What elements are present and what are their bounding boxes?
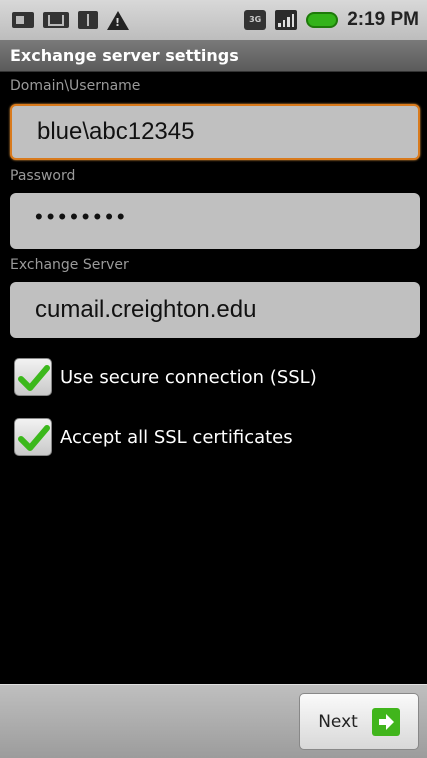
next-button-label: Next	[318, 711, 358, 732]
title-bar: Exchange server settings	[0, 40, 427, 72]
accept-certs-label: Accept all SSL certificates	[60, 426, 293, 448]
network-3g-icon: 3G	[244, 10, 267, 30]
battery-icon	[306, 12, 339, 28]
server-input[interactable]: cumail.creighton.edu	[10, 282, 420, 338]
ssl-option[interactable]: Use secure connection (SSL)	[14, 358, 317, 396]
sim-icon	[12, 12, 34, 28]
next-button[interactable]: Next	[299, 693, 419, 750]
checkmark-icon	[18, 425, 50, 451]
system-icons: 3G 2:19 PM	[244, 9, 419, 31]
notification-icons	[12, 10, 129, 30]
warning-icon	[107, 10, 129, 30]
ssl-checkbox[interactable]	[14, 358, 52, 396]
ssl-label: Use secure connection (SSL)	[60, 366, 317, 388]
arrow-right-icon	[371, 707, 400, 736]
server-label: Exchange Server	[10, 257, 129, 273]
password-label: Password	[10, 168, 76, 184]
page-title: Exchange server settings	[10, 46, 239, 65]
accept-certs-checkbox[interactable]	[14, 418, 52, 456]
signal-icon	[275, 10, 298, 30]
bottom-bar: Next	[0, 684, 427, 758]
password-input[interactable]: ••••••••	[10, 193, 420, 249]
username-label: Domain\Username	[10, 78, 141, 94]
accept-certs-option[interactable]: Accept all SSL certificates	[14, 418, 293, 456]
checkmark-icon	[18, 365, 50, 391]
clock: 2:19 PM	[347, 9, 419, 30]
mail-icon	[43, 12, 69, 28]
usb-icon	[78, 11, 98, 29]
username-input[interactable]: blue\abc12345	[10, 104, 420, 160]
status-bar: 3G 2:19 PM	[0, 0, 427, 40]
